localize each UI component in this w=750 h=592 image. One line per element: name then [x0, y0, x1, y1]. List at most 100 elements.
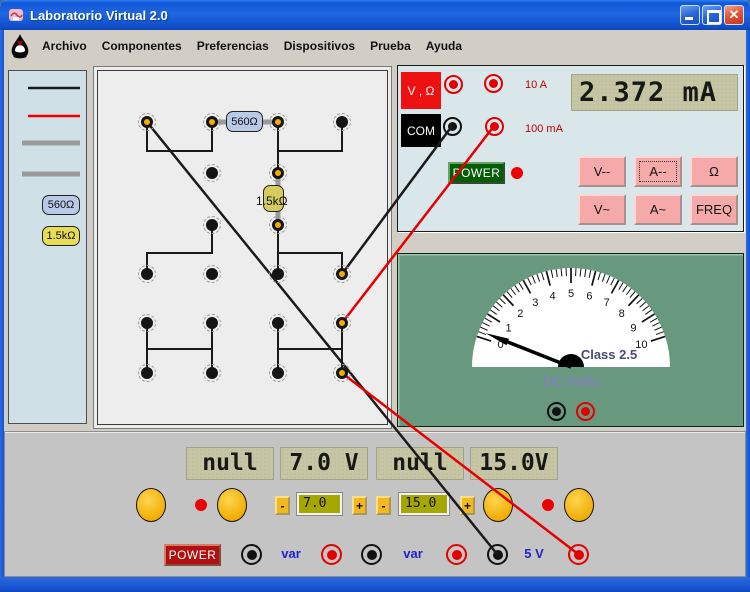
breadboard-resistor-1k5-label: 1.5kΩ [256, 194, 304, 208]
connection-point[interactable] [203, 364, 221, 382]
connection-point[interactable] [269, 216, 287, 234]
connection-point[interactable] [203, 113, 221, 131]
connection-point[interactable] [269, 113, 287, 131]
psu-jack-red-1[interactable] [321, 544, 342, 565]
analog-meter-panel: 012345678910 Class 2.5 DC Volts [397, 253, 744, 427]
psu-jack-red-3[interactable] [568, 544, 589, 565]
meter-jack-red[interactable] [576, 402, 595, 421]
meter-unit-label: DC Volts [524, 373, 619, 389]
mode-adc-button[interactable]: A-- [634, 156, 682, 187]
psu-display-4: 15.0V [470, 447, 558, 480]
v1-value-field[interactable]: 7.0 [297, 493, 342, 515]
psu-power-button[interactable]: POWER [164, 544, 221, 566]
connection-point[interactable] [269, 164, 287, 182]
menu-ayuda[interactable]: Ayuda [426, 39, 462, 53]
meter-jack-black[interactable] [547, 402, 566, 421]
palette-resistor-1k5[interactable]: 1.5kΩ [42, 226, 80, 246]
psu-knob-4[interactable] [564, 488, 594, 522]
mode-vdc-button[interactable]: V-- [578, 156, 626, 187]
menu-bar: Archivo Componentes Preferencias Disposi… [4, 30, 746, 62]
jack-10a[interactable] [484, 74, 503, 93]
meter-dial: 012345678910 [398, 254, 742, 425]
menu-preferencias[interactable]: Preferencias [197, 39, 269, 53]
svg-text:8: 8 [619, 308, 625, 320]
connection-point[interactable] [138, 314, 156, 332]
psu-jack-black-1[interactable] [241, 544, 262, 565]
connection-point[interactable] [333, 265, 351, 283]
mode-ohm-button[interactable]: Ω [690, 156, 738, 187]
psu-display-2: 7.0 V [280, 447, 368, 480]
connection-point[interactable] [269, 314, 287, 332]
multimeter-display: 2.372 mA [571, 74, 738, 111]
svg-text:1: 1 [505, 322, 511, 334]
vohm-terminal-label: V , Ω [401, 72, 441, 109]
meter-class-label: Class 2.5 [574, 347, 644, 362]
v2-value-field[interactable]: 15.0 [399, 493, 449, 515]
svg-text:2: 2 [517, 308, 523, 320]
psu-label-var-1: var [276, 544, 306, 564]
window-border-right [746, 30, 750, 592]
psu-jack-red-2[interactable] [446, 544, 467, 565]
psu-jack-black-2[interactable] [361, 544, 382, 565]
app-window: Laboratorio Virtual 2.0 Archivo Componen… [0, 0, 750, 592]
mode-freq-button[interactable]: FREQ [690, 194, 738, 225]
psu-jack-black-3[interactable] [487, 544, 508, 565]
app-icon [8, 7, 24, 23]
connection-point[interactable] [138, 364, 156, 382]
decrement-v1-button[interactable]: - [275, 496, 290, 515]
com-terminal-label: COM [401, 114, 441, 147]
label-100ma: 100 mA [525, 123, 563, 135]
connection-point[interactable] [333, 364, 351, 382]
palette-resistor-560[interactable]: 560Ω [42, 195, 80, 215]
breadboard-resistor-560[interactable]: 560Ω [226, 111, 263, 132]
maximize-button[interactable] [702, 5, 722, 25]
multimeter-power-button[interactable]: POWER [448, 162, 505, 184]
connection-point[interactable] [333, 314, 351, 332]
svg-text:3: 3 [532, 297, 538, 309]
component-palette: 560Ω 1.5kΩ [8, 70, 87, 424]
psu-knob-2[interactable] [217, 488, 247, 522]
window-border-bottom [0, 577, 750, 592]
mode-vac-button[interactable]: V~ [578, 194, 626, 225]
jack-com[interactable] [443, 117, 462, 136]
svg-text:6: 6 [586, 290, 592, 302]
menu-prueba[interactable]: Prueba [370, 39, 411, 53]
window-title: Laboratorio Virtual 2.0 [30, 8, 168, 23]
psu-knob-3[interactable] [483, 488, 513, 522]
jack-vohm[interactable] [444, 75, 463, 94]
menu-dispositivos[interactable]: Dispositivos [284, 39, 355, 53]
increment-v2-button[interactable]: + [460, 496, 475, 515]
menu-archivo[interactable]: Archivo [42, 39, 87, 53]
decrement-v2-button[interactable]: - [376, 496, 391, 515]
psu-display-3: null [376, 447, 464, 480]
power-supply-panel: null 7.0 V null 15.0V - 7.0 + - 15.0 + P… [4, 431, 746, 577]
svg-text:5: 5 [568, 288, 574, 300]
menu-items: Archivo Componentes Preferencias Disposi… [42, 39, 462, 53]
connection-point[interactable] [203, 265, 221, 283]
psu-label-var-2: var [398, 544, 428, 564]
svg-text:7: 7 [604, 297, 610, 309]
svg-text:9: 9 [630, 322, 636, 334]
connection-point[interactable] [203, 314, 221, 332]
connection-point[interactable] [138, 265, 156, 283]
multimeter-power-led [511, 167, 523, 179]
connection-point[interactable] [203, 164, 221, 182]
svg-text:4: 4 [550, 290, 556, 302]
title-bar[interactable]: Laboratorio Virtual 2.0 [0, 0, 750, 30]
psu-label-5v: 5 V [519, 544, 549, 564]
mode-aac-button[interactable]: A~ [634, 194, 682, 225]
connection-point[interactable] [138, 113, 156, 131]
close-button[interactable] [724, 5, 744, 25]
connection-point[interactable] [269, 265, 287, 283]
psu-knob-1[interactable] [136, 488, 166, 522]
connection-point[interactable] [203, 216, 221, 234]
connection-point[interactable] [333, 113, 351, 131]
connection-point[interactable] [269, 364, 287, 382]
menu-componentes[interactable]: Componentes [102, 39, 182, 53]
psu-led-1 [195, 499, 207, 511]
label-10a: 10 A [525, 79, 547, 91]
minimize-button[interactable] [680, 5, 700, 25]
increment-v1-button[interactable]: + [352, 496, 367, 515]
jack-100ma[interactable] [485, 117, 504, 136]
psu-display-1: null [186, 447, 274, 480]
